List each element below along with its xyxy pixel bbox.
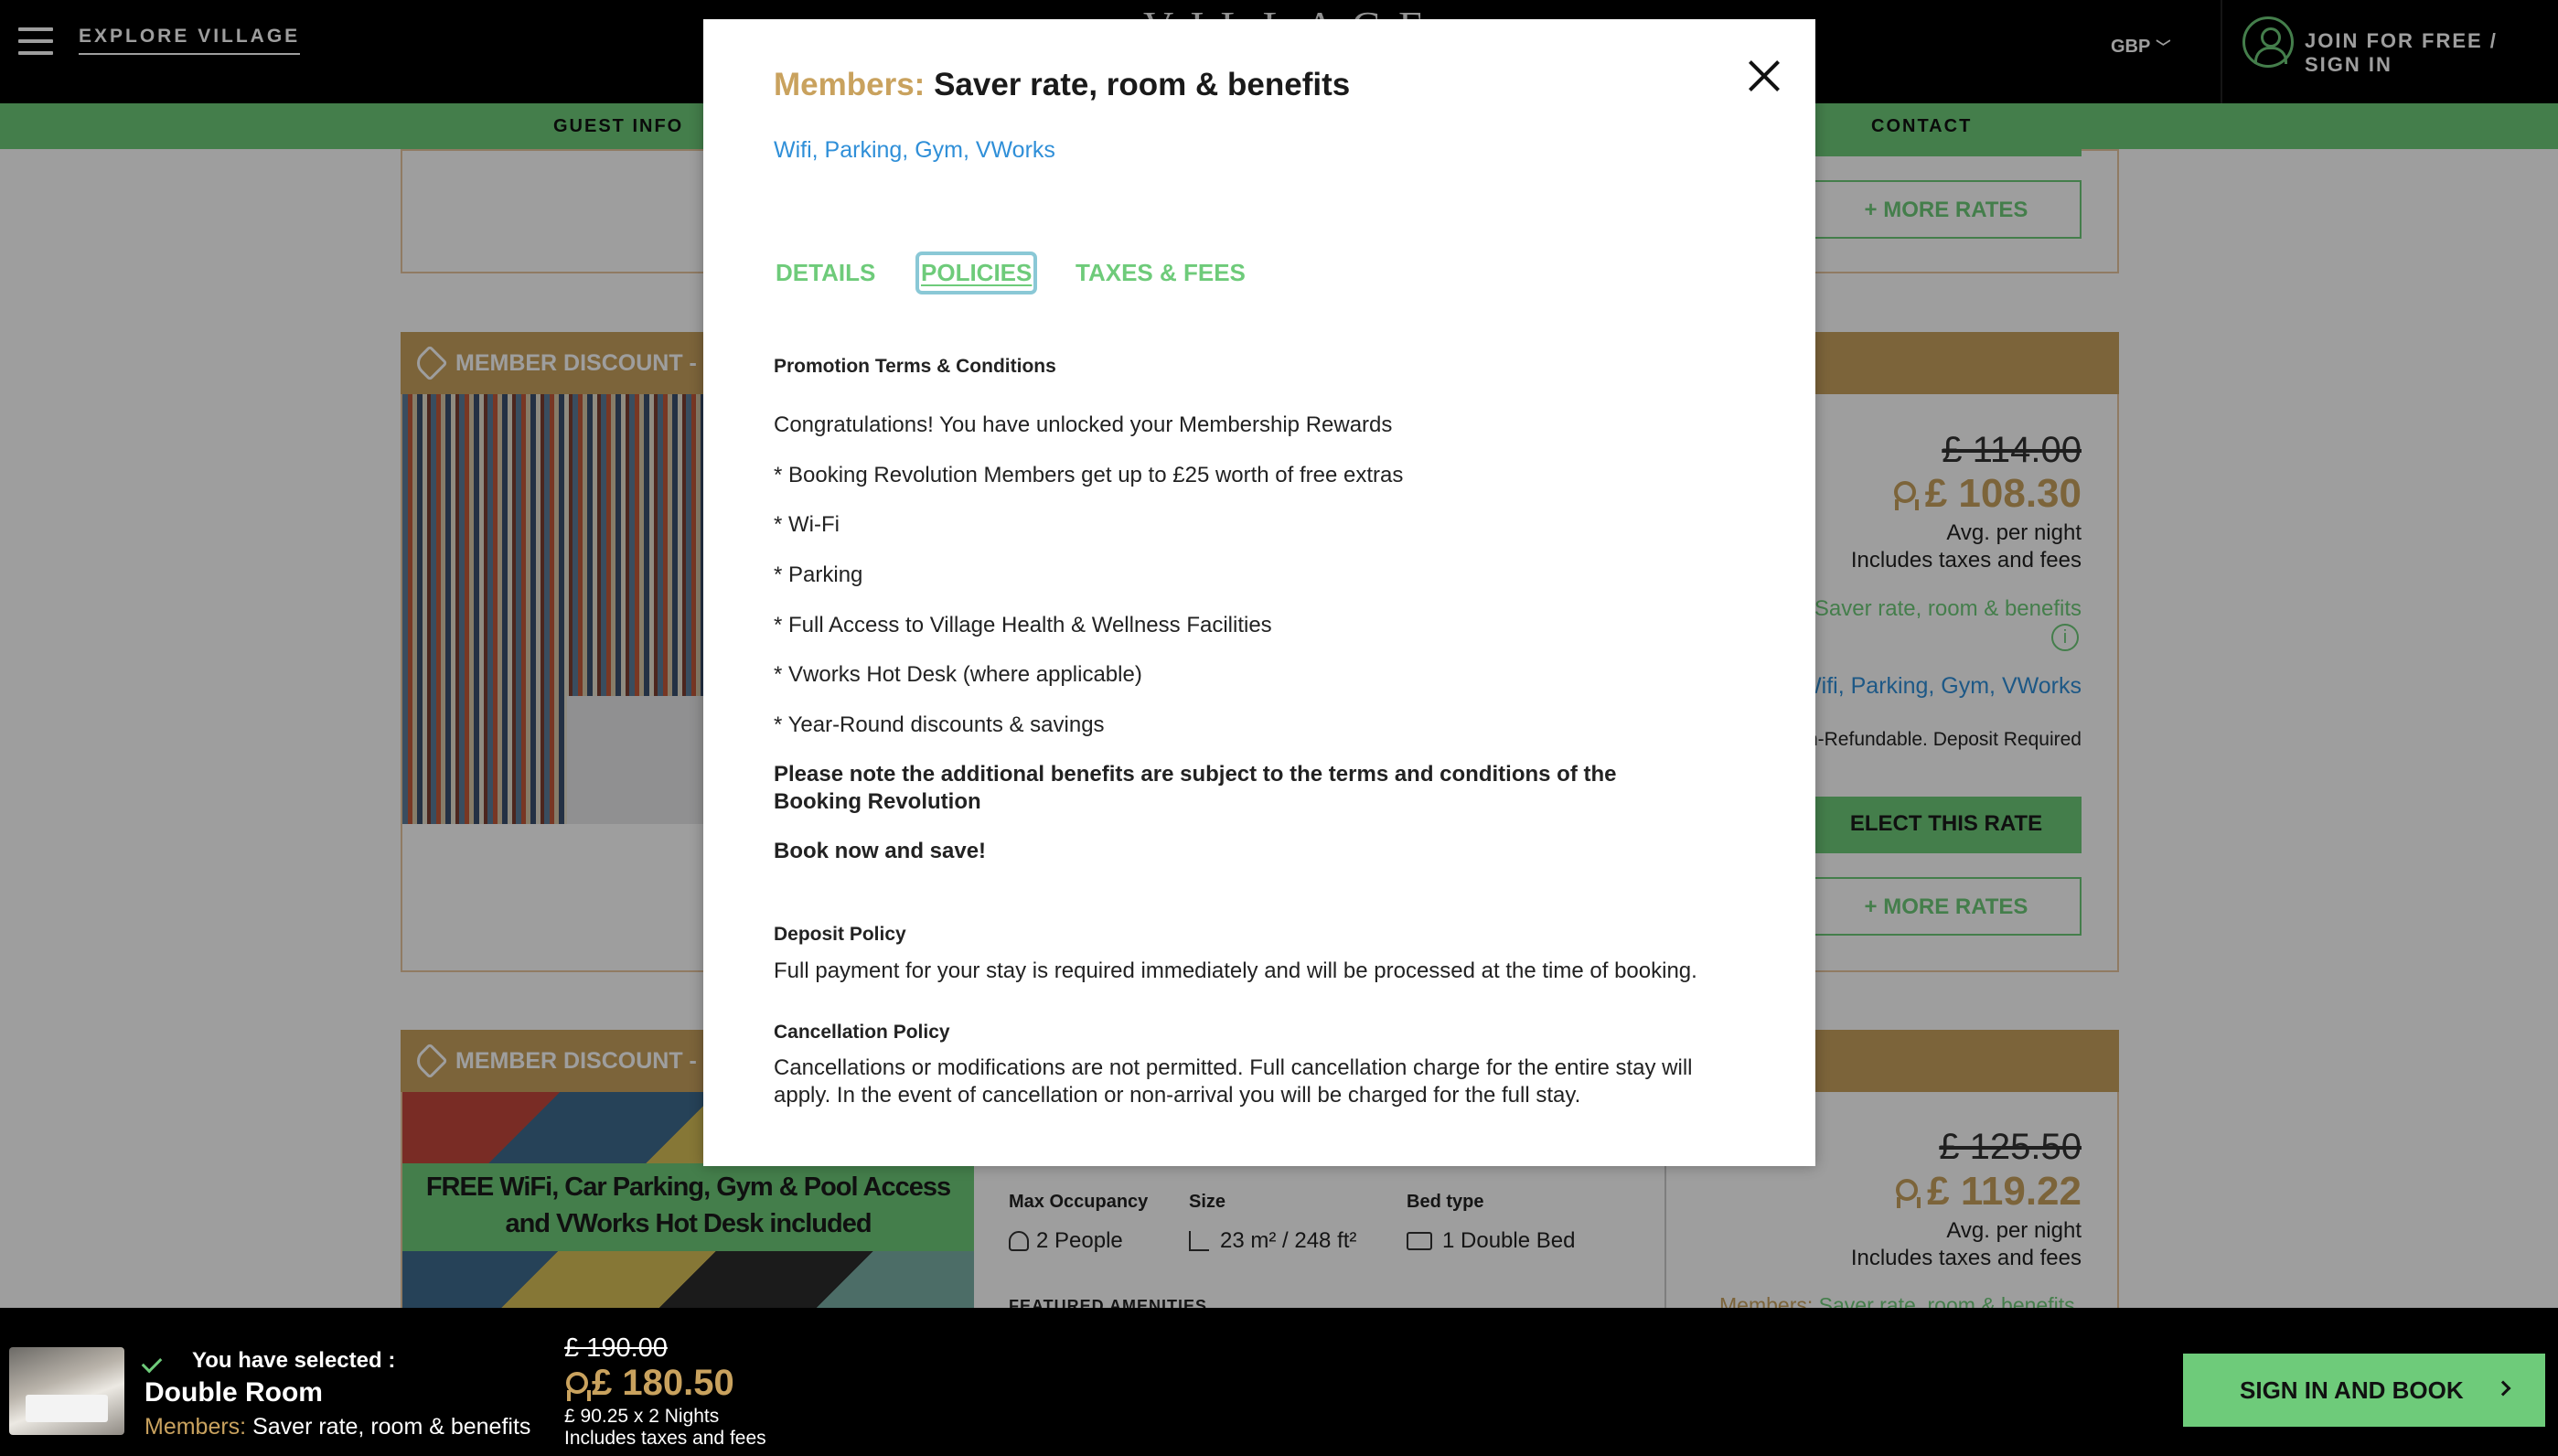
promo-line: * Vworks Hot Desk (where applicable) bbox=[774, 662, 1142, 687]
selected-rate-prefix: Members: bbox=[144, 1414, 247, 1440]
promo-line: * Year-Round discounts & savings bbox=[774, 712, 1105, 737]
check-icon bbox=[141, 1352, 163, 1374]
promo-cta: Book now and save! bbox=[774, 839, 987, 863]
modal-perks-link[interactable]: Wifi, Parking, Gym, VWorks bbox=[774, 137, 1055, 164]
total-member-price-value: £ 180.50 bbox=[592, 1363, 734, 1403]
cancellation-policy-heading: Cancellation Policy bbox=[774, 1022, 950, 1043]
selected-room-name: Double Room bbox=[144, 1377, 323, 1408]
tab-taxes-fees[interactable]: TAXES & FEES bbox=[1074, 255, 1247, 291]
deposit-policy-text: Full payment for your stay is required i… bbox=[774, 958, 1697, 983]
modal-title-text: Saver rate, room & benefits bbox=[934, 67, 1351, 102]
selected-room-thumbnail bbox=[9, 1347, 124, 1435]
selected-rate-name: Saver rate, room & benefits bbox=[252, 1414, 531, 1440]
chevron-right-icon bbox=[2495, 1380, 2511, 1397]
sign-in-and-book-label: SIGN IN AND BOOK bbox=[2240, 1376, 2464, 1404]
promo-line: * Wi-Fi bbox=[774, 512, 840, 537]
modal-title: Members: Saver rate, room & benefits bbox=[774, 67, 1350, 103]
sign-in-and-book-button[interactable]: SIGN IN AND BOOK bbox=[2183, 1354, 2545, 1427]
deposit-policy-heading: Deposit Policy bbox=[774, 924, 906, 945]
promo-note: Please note the additional benefits are … bbox=[774, 762, 1617, 814]
promo-line: * Booking Revolution Members get up to £… bbox=[774, 463, 1404, 487]
award-icon bbox=[564, 1372, 591, 1402]
promo-line: * Full Access to Village Health & Wellne… bbox=[774, 613, 1272, 637]
modal-title-prefix: Members: bbox=[774, 67, 926, 102]
bottom-includes-taxes: Includes taxes and fees bbox=[564, 1428, 766, 1449]
promo-line: * Parking bbox=[774, 562, 863, 587]
cancellation-policy-text: Cancellations or modifications are not p… bbox=[774, 1055, 1693, 1108]
close-icon[interactable] bbox=[1744, 56, 1784, 96]
total-original-price: £ 190.00 bbox=[564, 1333, 668, 1363]
tab-policies[interactable]: POLICIES bbox=[915, 252, 1038, 294]
selected-label: You have selected : bbox=[192, 1348, 396, 1373]
price-breakdown: £ 90.25 x 2 Nights bbox=[564, 1406, 720, 1427]
promo-line: Congratulations! You have unlocked your … bbox=[774, 412, 1393, 437]
selected-rate: Members: Saver rate, room & benefits bbox=[144, 1414, 530, 1440]
booking-summary-bar: You have selected : Double Room Members:… bbox=[0, 1308, 2558, 1456]
promotion-terms-heading: Promotion Terms & Conditions bbox=[774, 356, 1056, 377]
total-member-price: £ 180.50 bbox=[564, 1363, 734, 1404]
tab-details[interactable]: DETAILS bbox=[774, 255, 877, 291]
rate-details-modal: Members: Saver rate, room & benefits Wif… bbox=[703, 19, 1815, 1166]
